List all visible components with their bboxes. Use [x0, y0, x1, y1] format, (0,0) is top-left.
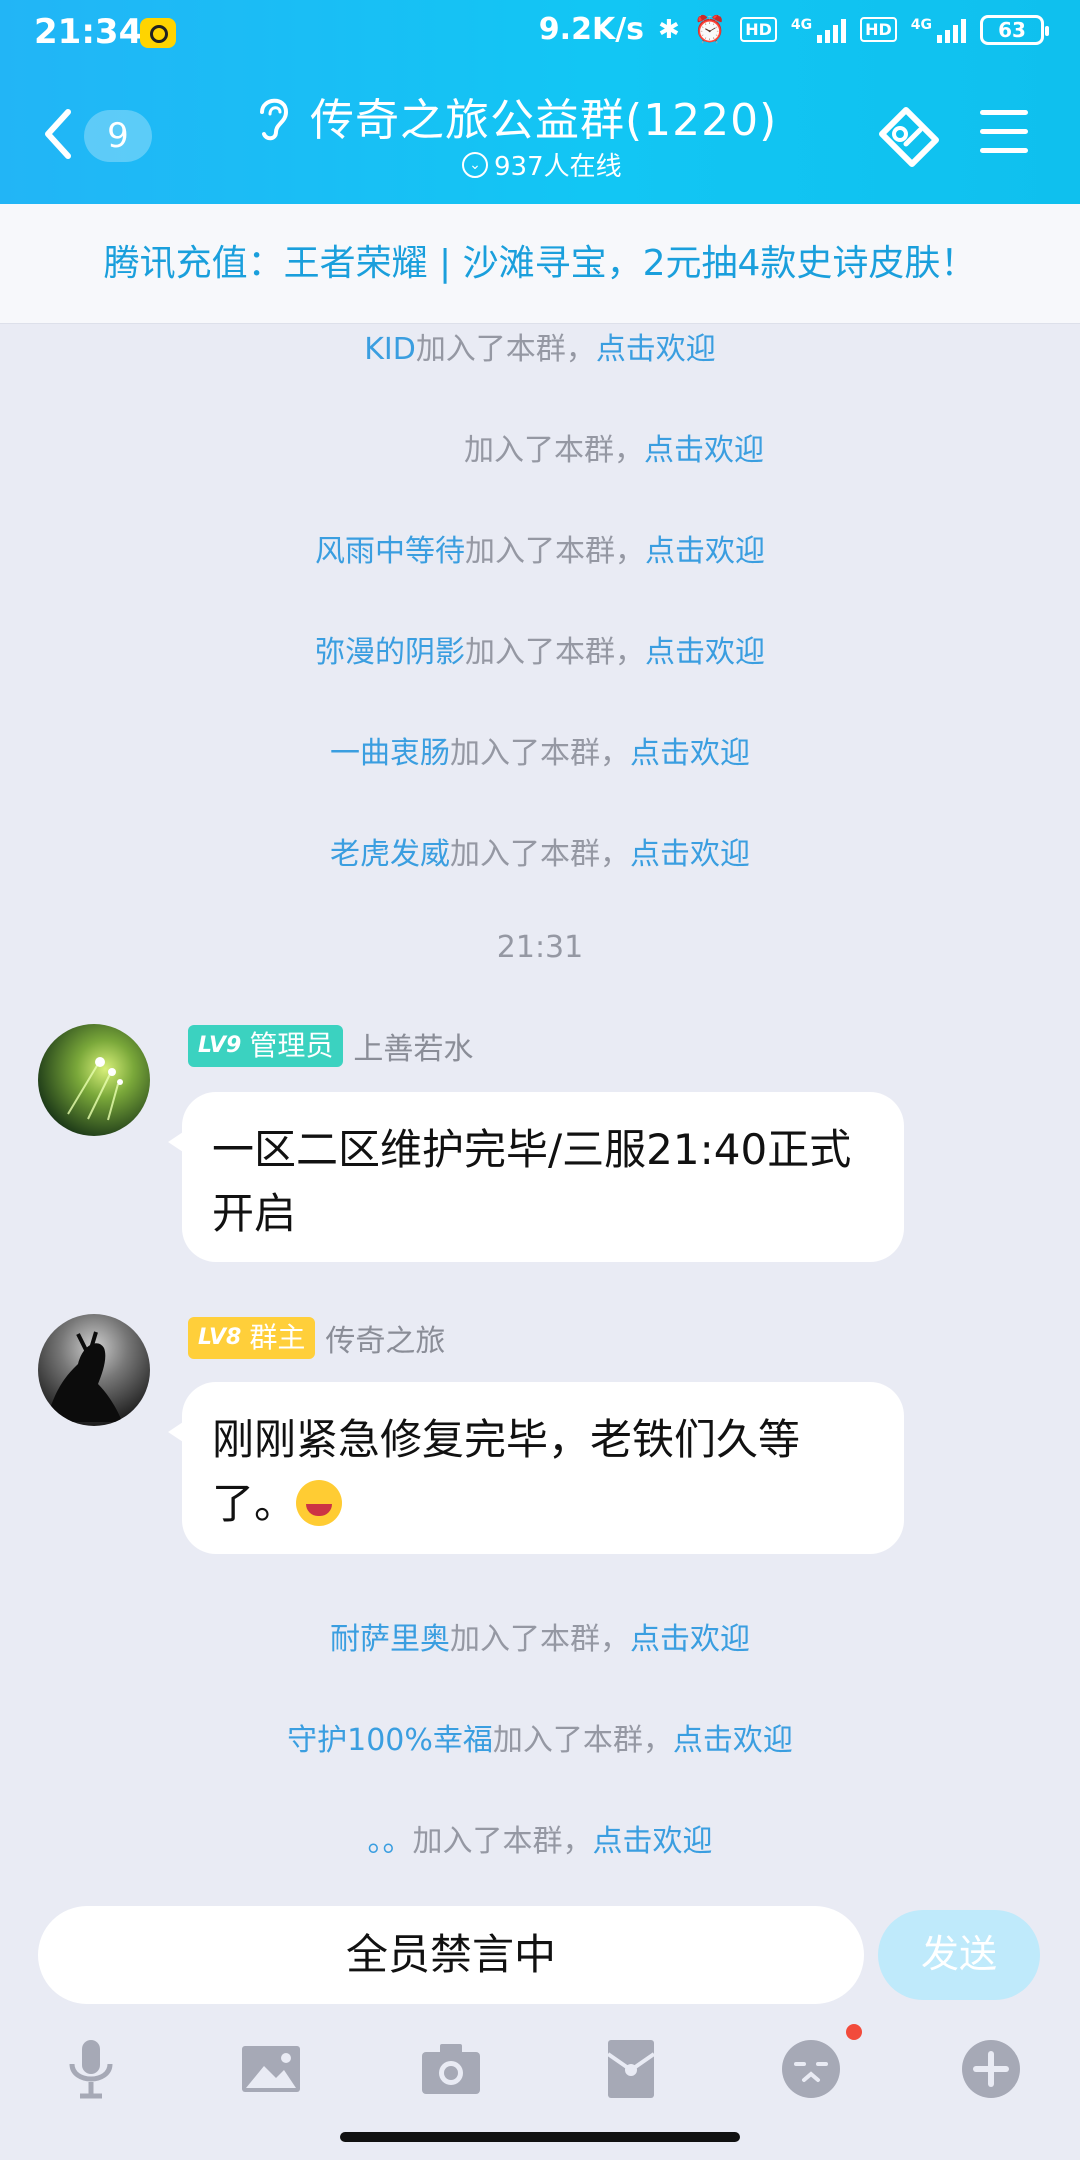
join-suffix: 加入了本群，	[465, 534, 645, 569]
emoji-icon[interactable]	[776, 2034, 846, 2104]
join-suffix: 加入了本群，	[492, 1723, 673, 1758]
sender-name[interactable]: 传奇之旅	[325, 1316, 445, 1360]
join-notice: 弥漫的阴影加入了本群，点击欢迎	[0, 627, 1080, 671]
group-title[interactable]: 传奇之旅公益群(1220)	[310, 84, 777, 148]
admin-badge: LV9 管理员	[188, 1025, 344, 1067]
message-input[interactable]: 全员禁言中	[38, 1906, 864, 2004]
message-bubble[interactable]: 刚刚紧急修复完毕，老铁们久等了。	[168, 1382, 904, 1554]
join-suffix: 加入了本群，	[450, 736, 630, 771]
status-bar: 21:34 9.2K/s ✱ ⏰ HD 4G HD 4G 63	[0, 0, 1080, 66]
chevron-down-icon: ⌄	[462, 151, 488, 178]
sender-info: LV8 群主 传奇之旅	[188, 1316, 445, 1360]
laughing-emoji-icon	[296, 1480, 343, 1526]
member-name[interactable]: 弥漫的阴影	[315, 635, 465, 670]
message-bubble[interactable]: 一区二区维护完毕/三服21:40正式开启	[168, 1092, 904, 1262]
camera-icon[interactable]	[416, 2034, 486, 2104]
sender-info: LV9 管理员 上善若水	[188, 1024, 473, 1068]
online-text: 937人在线	[494, 152, 622, 182]
join-suffix: 加入了本群，	[464, 433, 644, 468]
menu-icon[interactable]	[980, 110, 1028, 154]
join-suffix: 加入了本群，	[415, 332, 596, 367]
join-notice: 风雨中等待加入了本群，点击欢迎	[0, 526, 1080, 570]
microphone-icon[interactable]	[56, 2034, 126, 2104]
sender-name[interactable]: 上善若水	[353, 1024, 473, 1068]
join-notice: KID加入了本群，点击欢迎	[0, 324, 1080, 368]
join-suffix: 加入了本群，	[450, 1622, 630, 1657]
member-name[interactable]: KID	[364, 332, 416, 367]
level-label: LV8	[198, 1325, 242, 1350]
app-notification-icon	[140, 18, 176, 48]
status-time: 21:34	[34, 12, 143, 52]
red-packet-icon[interactable]	[596, 2034, 666, 2104]
ad-banner[interactable]: 腾讯充值：王者荣耀 | 沙滩寻宝，2元抽4款史诗皮肤！	[0, 204, 1080, 324]
welcome-link[interactable]: 点击欢迎	[644, 433, 764, 468]
avatar[interactable]	[38, 1314, 150, 1426]
join-notice: 老虎发威加入了本群，点击欢迎	[0, 829, 1080, 873]
welcome-link[interactable]: 点击欢迎	[630, 1622, 750, 1657]
alarm-icon: ⏰	[693, 14, 727, 45]
home-indicator[interactable]	[340, 2132, 740, 2142]
welcome-link[interactable]: 点击欢迎	[645, 534, 765, 569]
join-suffix: 加入了本群，	[450, 837, 630, 872]
online-count[interactable]: ⌄ 937人在线	[462, 146, 622, 183]
role-label: 群主	[249, 1321, 306, 1354]
welcome-link[interactable]: 点击欢迎	[673, 1723, 793, 1758]
net-speed: 9.2K/s	[538, 12, 645, 47]
battery-icon: 63	[980, 14, 1049, 45]
signal-icon-2: 4G	[911, 17, 966, 43]
welcome-link[interactable]: 点击欢迎	[630, 736, 750, 771]
timestamp: 21:31	[496, 930, 584, 965]
owner-badge: LV8 群主	[188, 1317, 316, 1359]
avatar[interactable]	[38, 1024, 150, 1136]
image-icon[interactable]	[236, 2034, 306, 2104]
level-label: LV9	[198, 1033, 242, 1058]
welcome-link[interactable]: 点击欢迎	[645, 635, 765, 670]
ticket-icon[interactable]	[876, 104, 942, 168]
notification-dot	[846, 2024, 862, 2040]
member-name[interactable]: 。。	[368, 1824, 413, 1859]
join-suffix: 加入了本群，	[465, 635, 645, 670]
welcome-link[interactable]: 点击欢迎	[593, 1824, 713, 1859]
welcome-link[interactable]: 点击欢迎	[596, 332, 716, 367]
join-notice: 守护100%幸福加入了本群，点击欢迎	[0, 1715, 1080, 1759]
join-notice: 。。加入了本群，点击欢迎	[0, 1816, 1080, 1860]
hd-icon: HD	[740, 17, 777, 42]
join-suffix: 加入了本群，	[412, 1824, 593, 1859]
member-name[interactable]: 耐萨里奥	[330, 1622, 450, 1657]
hd-icon-2: HD	[860, 17, 897, 42]
member-name[interactable]: 一曲衷肠	[330, 736, 450, 771]
bluetooth-icon: ✱	[658, 14, 680, 45]
member-name[interactable]: 风雨中等待	[315, 534, 465, 569]
chat-area: KID加入了本群，点击欢迎 加入了本群，点击欢迎 风雨中等待加入了本群，点击欢迎…	[0, 324, 1080, 1884]
member-name[interactable]: 老虎发威	[330, 837, 450, 872]
unread-badge[interactable]: 9	[84, 110, 152, 162]
member-name[interactable]: 守护100%幸福	[287, 1723, 493, 1758]
join-notice: 加入了本群，点击欢迎	[0, 425, 1080, 469]
signal-icon: 4G	[791, 17, 847, 43]
back-icon[interactable]	[40, 104, 80, 164]
input-toolbar	[0, 2020, 1080, 2120]
header: 21:34 9.2K/s ✱ ⏰ HD 4G HD 4G 63 9 传奇之旅公益…	[0, 0, 1080, 204]
ear-icon[interactable]	[252, 92, 294, 144]
plus-icon[interactable]	[956, 2034, 1026, 2104]
role-label: 管理员	[249, 1029, 334, 1062]
send-button[interactable]: 发送	[878, 1910, 1040, 2000]
join-notice: 一曲衷肠加入了本群，点击欢迎	[0, 728, 1080, 772]
welcome-link[interactable]: 点击欢迎	[630, 837, 750, 872]
join-notice: 耐萨里奥加入了本群，点击欢迎	[0, 1614, 1080, 1658]
